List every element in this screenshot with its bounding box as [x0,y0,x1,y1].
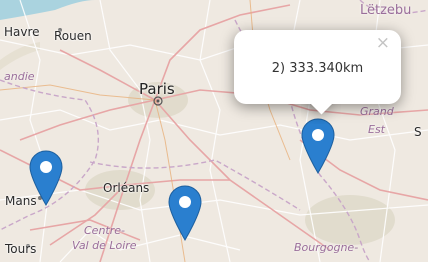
map-marker-icon[interactable] [301,118,335,174]
label-s: S [414,125,422,139]
label-andie: andie [4,70,35,83]
label-bourgogne: Bourgogne- [294,241,359,254]
close-icon[interactable]: × [376,35,390,52]
popup-tip [301,104,341,124]
label-centre: Centre- [84,224,125,237]
map-marker-icon[interactable] [29,150,63,206]
label-havre: Havre [4,25,40,39]
label-letzebu: Lëtzebu [360,3,412,18]
map-marker-icon[interactable] [168,185,202,241]
marker-popup: × 2) 333.340km [234,30,401,115]
popup-distance-text: 2) 333.340km [271,61,364,76]
label-est: Est [368,123,385,136]
map-view[interactable]: Lëtzebu Havre Rouen andie Paris Grand Es… [0,0,428,262]
label-val-de-loire: Val de Loire [72,239,137,252]
label-orleans: Orléans [103,181,150,195]
label-tours: Tours [5,242,37,256]
label-rouen: Rouen [54,29,92,43]
label-grand: Grand [360,105,394,118]
label-paris: Paris [139,80,175,98]
